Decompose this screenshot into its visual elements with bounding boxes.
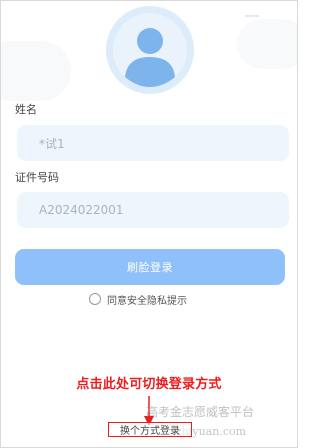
privacy-agreement[interactable]: 同意安全隐私提示 [89,291,187,307]
switch-hint-annotation: 点击此处可切换登录方式 [76,377,222,392]
switch-login-method-link[interactable]: 换个方式登录 [108,422,192,437]
agree-radio[interactable] [89,293,101,305]
background-decoration [237,19,297,69]
background-decoration [1,41,71,101]
name-input[interactable]: *试1 [17,125,289,161]
user-avatar-icon [105,5,195,95]
face-login-button[interactable]: 刷脸登录 [15,249,285,285]
agree-text: 同意安全隐私提示 [107,295,187,307]
background-decoration [245,15,259,17]
login-screen: 姓名 *试1 证件号码 A2024022001 刷脸登录 同意安全隐私提示 点击… [0,0,298,448]
name-label: 姓名 [15,103,37,116]
id-number-input[interactable]: A2024022001 [17,192,289,228]
id-number-label: 证件号码 [15,171,59,184]
watermark: 高考金志愿威客平台 [146,405,255,419]
